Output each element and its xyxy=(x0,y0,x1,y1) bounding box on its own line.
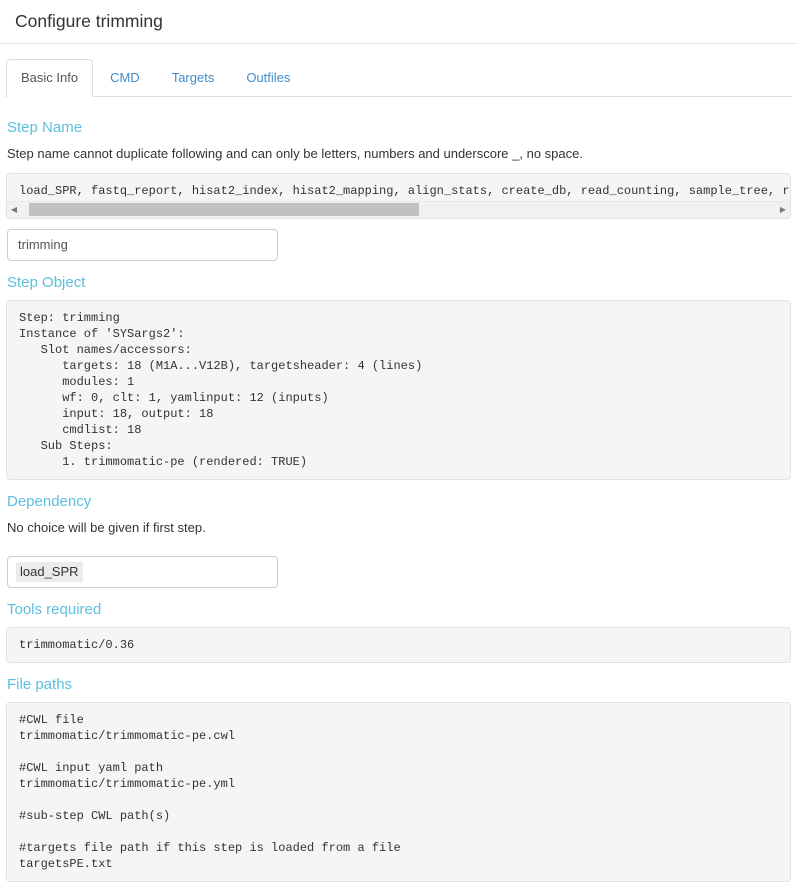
tab-outfiles[interactable]: Outfiles xyxy=(231,59,305,97)
section-heading-dependency: Dependency xyxy=(7,492,92,510)
section-heading-tools-required: Tools required xyxy=(7,601,102,619)
dependency-selected-chip[interactable]: load_SPR xyxy=(16,562,83,583)
tab-bar: Basic Info CMD Targets Outfiles xyxy=(5,59,792,98)
horizontal-scrollbar[interactable]: ◀ ▶ xyxy=(7,200,790,218)
tabs-container: Basic Info CMD Targets Outfiles xyxy=(0,44,797,98)
tab-basic-info[interactable]: Basic Info xyxy=(6,59,94,98)
tab-cmd[interactable]: CMD xyxy=(95,59,155,97)
scrollbar-track[interactable] xyxy=(21,203,776,217)
section-heading-step-name: Step Name xyxy=(7,119,83,137)
scrollbar-thumb[interactable] xyxy=(29,203,419,217)
file-paths-code: #CWL file trimmomatic/trimmomatic-pe.cwl… xyxy=(6,702,791,883)
tab-basic-info-label[interactable]: Basic Info xyxy=(6,59,94,98)
tab-targets[interactable]: Targets xyxy=(157,59,230,97)
step-name-help-text: Step name cannot duplicate following and… xyxy=(7,146,583,162)
page-title: Configure trimming xyxy=(15,11,163,32)
tab-cmd-label[interactable]: CMD xyxy=(95,59,155,97)
section-heading-file-paths: File paths xyxy=(7,676,73,694)
existing-step-names-scroll-container: load_SPR, fastq_report, hisat2_index, hi… xyxy=(6,172,791,219)
dependency-select[interactable]: load_SPR xyxy=(7,556,278,589)
tools-required-code: trimmomatic/0.36 xyxy=(6,627,791,664)
tab-outfiles-label[interactable]: Outfiles xyxy=(231,59,305,97)
scroll-right-arrow-icon[interactable]: ▶ xyxy=(776,205,790,214)
tab-panel-basic-info: Step Name Step name cannot duplicate fol… xyxy=(0,97,797,883)
scroll-left-arrow-icon[interactable]: ◀ xyxy=(7,205,21,214)
step-name-input[interactable] xyxy=(7,228,278,261)
modal-header: Configure trimming xyxy=(0,0,797,44)
step-name-field-row xyxy=(7,228,791,261)
dependency-field-row: load_SPR xyxy=(7,556,791,589)
dependency-help-text: No choice will be given if first step. xyxy=(7,519,206,535)
step-object-code: Step: trimming Instance of 'SYSargs2': S… xyxy=(6,299,791,480)
section-heading-step-object: Step Object xyxy=(7,273,86,291)
tab-targets-label[interactable]: Targets xyxy=(157,59,230,97)
